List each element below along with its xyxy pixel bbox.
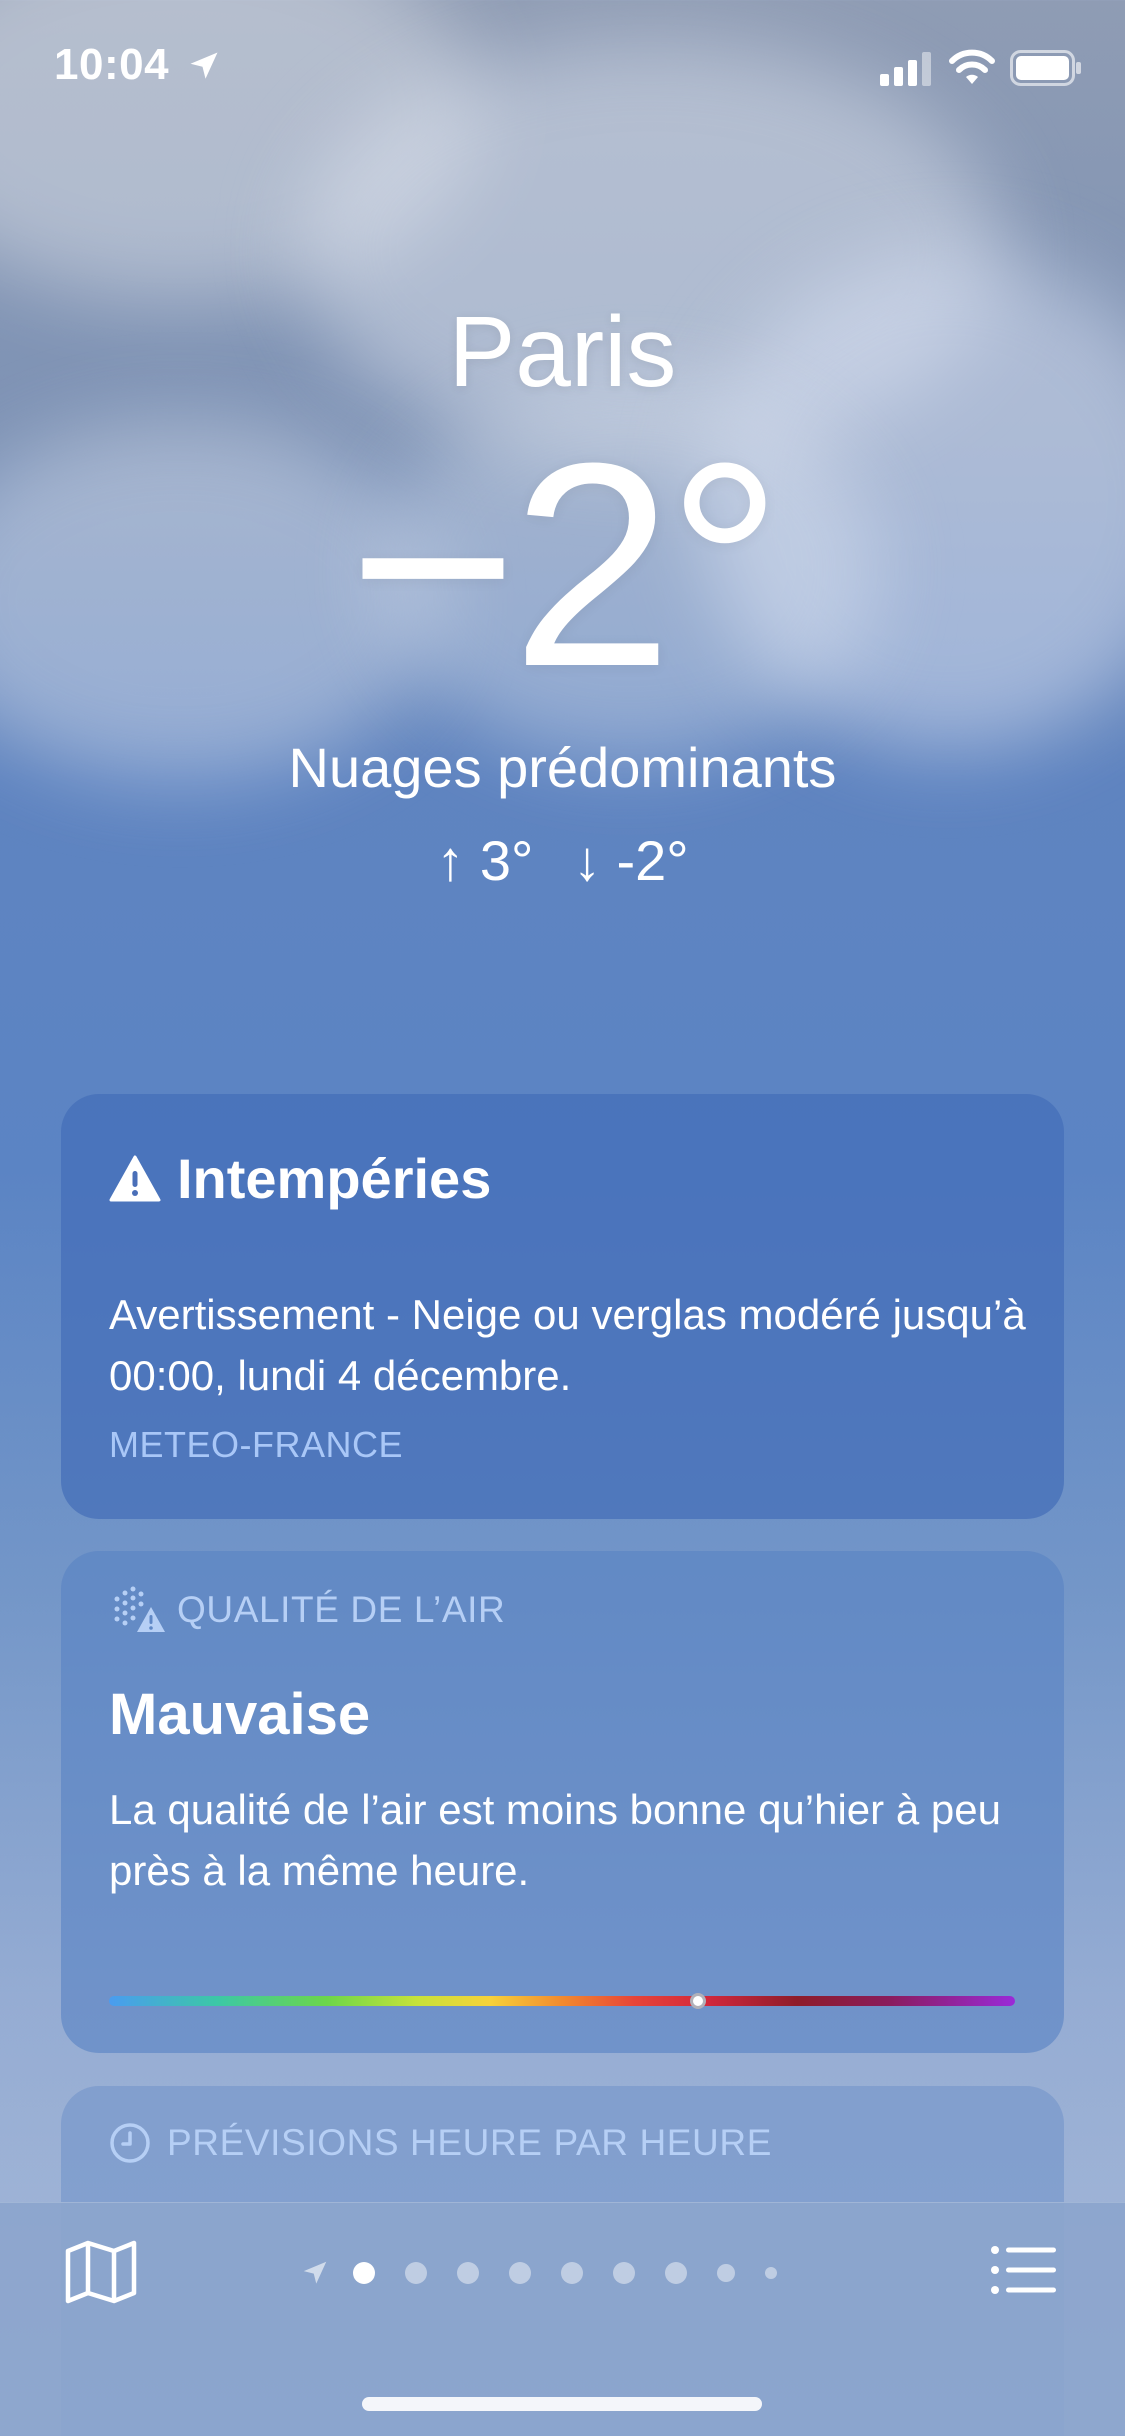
page-dot[interactable]: [613, 2262, 635, 2284]
hourly-forecast-header: PRÉVISIONS HEURE PAR HEURE: [109, 2122, 772, 2164]
page-indicator[interactable]: [300, 2253, 792, 2293]
high-temperature: ↑ 3°: [436, 829, 534, 892]
high-low-temperatures: ↑ 3° ↓ -2°: [0, 828, 1125, 893]
low-temperature: ↓ -2°: [572, 829, 689, 892]
hourly-forecast-label: PRÉVISIONS HEURE PAR HEURE: [167, 2122, 772, 2163]
air-quality-header: QUALITÉ DE L’AIR: [109, 1585, 505, 1635]
page-dot[interactable]: [509, 2262, 531, 2284]
cellular-signal-icon: [880, 52, 931, 86]
air-quality-indicator: [689, 1993, 706, 2009]
battery-icon: [1010, 50, 1081, 86]
current-temperature: −2°: [348, 403, 783, 727]
severe-weather-header: Intempéries: [109, 1146, 491, 1211]
severe-weather-card[interactable]: Intempéries Avertissement - Neige ou ver…: [61, 1094, 1064, 1519]
list-icon[interactable]: [990, 2245, 1058, 2295]
air-quality-label: QUALITÉ DE L’AIR: [177, 1589, 506, 1630]
status-bar: 10:04: [0, 0, 1125, 140]
page-dot[interactable]: [561, 2262, 583, 2284]
page-dot[interactable]: [457, 2262, 479, 2284]
air-quality-card[interactable]: QUALITÉ DE L’AIR Mauvaise La qualité de …: [61, 1551, 1064, 2053]
severe-weather-text: Avertissement - Neige ou verglas modéré …: [109, 1291, 1026, 1399]
air-quality-value: Mauvaise: [109, 1682, 371, 1747]
page-dots: [338, 2262, 792, 2284]
weather-condition: Nuages prédominants: [288, 736, 837, 799]
status-time: 10:04: [54, 40, 170, 89]
map-icon[interactable]: [64, 2239, 138, 2305]
clock-icon: [110, 2123, 150, 2163]
air-quality-scale-bar: [109, 1996, 1015, 2006]
alert-source[interactable]: METEO-FRANCE: [109, 1424, 403, 1466]
city-name: Paris: [448, 296, 677, 408]
page-dot[interactable]: [765, 2267, 777, 2279]
location-services-icon: [190, 52, 218, 79]
air-quality-description: La qualité de l’air est moins bonne qu’h…: [109, 1786, 1001, 1894]
wifi-icon: [949, 49, 995, 84]
page-dot[interactable]: [665, 2262, 687, 2284]
page-dot[interactable]: [405, 2262, 427, 2284]
page-dot-active[interactable]: [353, 2262, 375, 2284]
location-arrow-icon: [303, 2261, 327, 2284]
page-dot[interactable]: [717, 2264, 735, 2282]
home-indicator[interactable]: [362, 2397, 762, 2411]
air-quality-warning-icon: [114, 1586, 165, 1632]
warning-icon: [109, 1155, 161, 1201]
severe-weather-title: Intempéries: [177, 1147, 492, 1210]
